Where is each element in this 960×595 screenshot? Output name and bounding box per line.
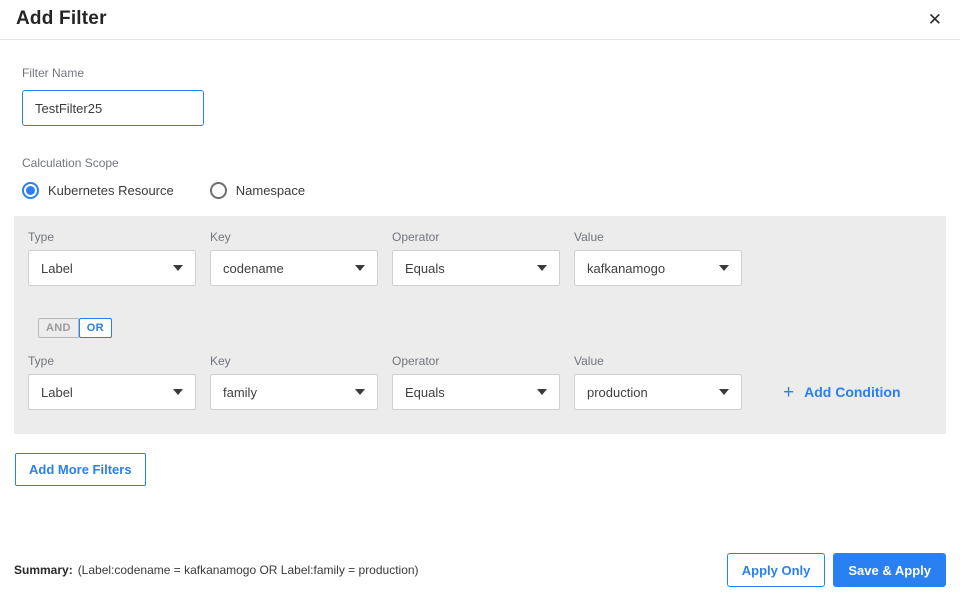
dropdown-value: Label: [41, 260, 73, 276]
dropdown-value: family: [223, 384, 257, 400]
summary-text: (Label:codename = kafkanamogo OR Label:f…: [77, 563, 419, 577]
type-dropdown[interactable]: Label: [28, 374, 196, 410]
value-label: Value: [574, 354, 604, 368]
chevron-down-icon: [537, 265, 547, 271]
radio-selected-icon[interactable]: [22, 182, 39, 199]
logic-toggle: AND OR: [38, 318, 932, 338]
filter-name-label: Filter Name: [22, 66, 85, 80]
key-dropdown[interactable]: codename: [210, 250, 378, 286]
radio-label: Kubernetes Resource: [48, 183, 174, 198]
footer-actions: Apply Only Save & Apply: [726, 553, 946, 587]
dropdown-value: kafkanamogo: [587, 260, 666, 276]
type-label: Type: [28, 354, 55, 368]
chevron-down-icon: [173, 265, 183, 271]
dropdown-value: Equals: [405, 384, 445, 400]
radio-namespace[interactable]: Namespace: [209, 182, 306, 199]
chevron-down-icon: [537, 389, 547, 395]
operator-dropdown[interactable]: Equals: [392, 250, 560, 286]
dialog-footer: Summary: (Label:codename = kafkanamogo OR…: [0, 553, 960, 587]
chevron-down-icon: [355, 265, 365, 271]
condition-row-2: Type Label Key family Operator Equals Va…: [28, 354, 932, 410]
or-toggle-button[interactable]: OR: [78, 318, 112, 338]
dialog-body: Filter Name Calculation Scope Kubernetes…: [0, 40, 960, 199]
condition-value-field: Value kafkanamogo: [574, 230, 742, 286]
chevron-down-icon: [719, 265, 729, 271]
key-dropdown[interactable]: family: [210, 374, 378, 410]
apply-only-button[interactable]: Apply Only: [726, 553, 826, 587]
condition-row-1: Type Label Key codename Operator Equals: [28, 230, 932, 286]
calculation-scope-label: Calculation Scope: [22, 156, 119, 170]
operator-dropdown[interactable]: Equals: [392, 374, 560, 410]
add-condition-label: Add Condition: [804, 384, 901, 400]
add-filter-dialog: Add Filter ✕ Filter Name Calculation Sco…: [0, 0, 960, 595]
operator-label: Operator: [392, 354, 440, 368]
plus-icon: +: [783, 381, 795, 403]
radio-unselected-icon[interactable]: [209, 182, 227, 199]
key-label: Key: [210, 230, 231, 244]
dropdown-value: Label: [41, 384, 73, 400]
condition-type-field: Type Label: [28, 354, 196, 410]
filter-name-input[interactable]: [22, 90, 204, 126]
calculation-scope-options: Kubernetes Resource Namespace: [22, 182, 938, 199]
type-dropdown[interactable]: Label: [28, 250, 196, 286]
condition-type-field: Type Label: [28, 230, 196, 286]
dialog-header: Add Filter ✕: [0, 0, 960, 40]
close-icon[interactable]: ✕: [926, 9, 944, 30]
and-toggle-button[interactable]: AND: [38, 318, 79, 338]
condition-key-field: Key codename: [210, 230, 378, 286]
radio-kubernetes-resource[interactable]: Kubernetes Resource: [22, 182, 174, 199]
dropdown-value: production: [587, 384, 648, 400]
chevron-down-icon: [719, 389, 729, 395]
value-dropdown[interactable]: kafkanamogo: [574, 250, 742, 286]
summary: Summary: (Label:codename = kafkanamogo OR…: [14, 563, 419, 577]
summary-label: Summary:: [14, 563, 73, 577]
condition-operator-field: Operator Equals: [392, 230, 560, 286]
save-apply-button[interactable]: Save & Apply: [833, 553, 946, 587]
operator-label: Operator: [392, 230, 440, 244]
conditions-panel: Type Label Key codename Operator Equals: [14, 216, 946, 434]
radio-label: Namespace: [235, 183, 306, 198]
dropdown-value: Equals: [405, 260, 445, 276]
value-label: Value: [574, 230, 604, 244]
add-condition-button[interactable]: + Add Condition: [783, 374, 901, 410]
chevron-down-icon: [355, 389, 365, 395]
condition-key-field: Key family: [210, 354, 378, 410]
value-dropdown[interactable]: production: [574, 374, 742, 410]
add-more-filters-button[interactable]: Add More Filters: [15, 453, 146, 486]
dropdown-value: codename: [223, 260, 284, 276]
condition-value-field: Value production: [574, 354, 742, 410]
page-title: Add Filter: [16, 8, 107, 29]
add-more-filters-row: Add More Filters: [0, 434, 960, 486]
condition-operator-field: Operator Equals: [392, 354, 560, 410]
type-label: Type: [28, 230, 55, 244]
key-label: Key: [210, 354, 231, 368]
chevron-down-icon: [173, 389, 183, 395]
